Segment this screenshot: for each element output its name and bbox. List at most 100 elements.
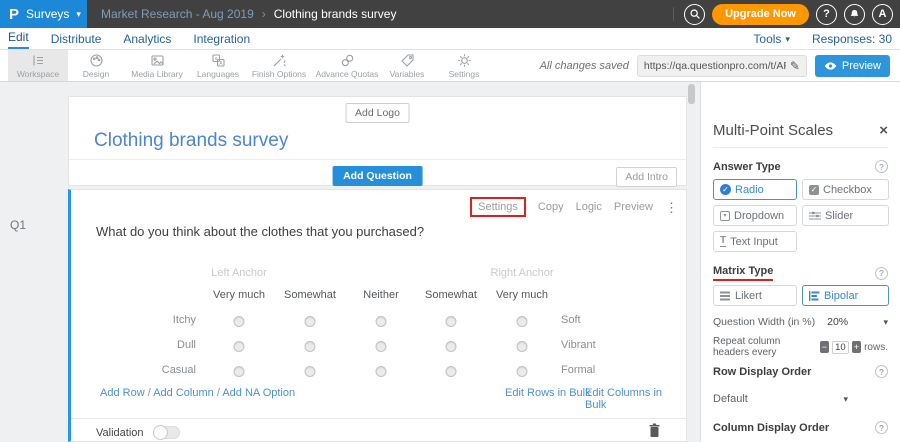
answer-type-checkbox[interactable]: ✓ Checkbox bbox=[802, 179, 889, 200]
radio-option[interactable] bbox=[376, 316, 387, 327]
row-display-order-select[interactable]: Default ▾ bbox=[713, 393, 848, 405]
add-na-option-link[interactable]: Add NA Option bbox=[222, 387, 295, 399]
column-header[interactable]: Somewhat bbox=[284, 289, 336, 301]
radio-option[interactable] bbox=[517, 316, 528, 327]
questionpro-logo: P bbox=[9, 6, 19, 23]
toolbar-item-label: Settings bbox=[449, 69, 480, 79]
toolbar-item-label: Media Library bbox=[131, 69, 183, 79]
answer-type-label: Answer Type bbox=[713, 161, 781, 173]
image-icon bbox=[150, 53, 165, 68]
notifications-button[interactable] bbox=[844, 4, 865, 25]
row-label-left[interactable]: Casual bbox=[71, 364, 196, 377]
question-text[interactable]: What do you think about the clothes that… bbox=[96, 224, 424, 239]
add-intro-button[interactable]: Add Intro bbox=[616, 167, 677, 187]
toolbar-item-workspace[interactable]: Workspace bbox=[8, 50, 68, 81]
radio-option[interactable] bbox=[446, 341, 457, 352]
breadcrumb-separator-icon: › bbox=[262, 7, 266, 21]
pencil-icon[interactable]: ✎ bbox=[790, 59, 800, 73]
tag-icon bbox=[400, 53, 415, 68]
radio-option[interactable] bbox=[376, 366, 387, 377]
matrix-type-bipolar[interactable]: Bipolar bbox=[802, 285, 889, 306]
question-width-control[interactable]: Question Width (in %) 20% ▾ bbox=[713, 316, 888, 328]
help-button[interactable]: ? bbox=[816, 4, 837, 25]
column-header[interactable]: Very much bbox=[496, 289, 548, 301]
radio-option[interactable] bbox=[305, 341, 316, 352]
responses-link[interactable]: Responses: 30 bbox=[812, 32, 892, 46]
close-icon[interactable]: × bbox=[879, 123, 888, 138]
radio-option[interactable] bbox=[446, 366, 457, 377]
row-label-left[interactable]: Dull bbox=[71, 339, 196, 352]
tab-distribute[interactable]: Distribute bbox=[51, 32, 102, 49]
search-button[interactable] bbox=[684, 4, 705, 25]
delete-question-button[interactable] bbox=[648, 423, 661, 441]
survey-title[interactable]: Clothing brands survey bbox=[94, 130, 288, 152]
toolbar-item-settings[interactable]: Settings bbox=[432, 50, 496, 81]
help-icon[interactable]: ? bbox=[875, 160, 888, 173]
row-label-right[interactable]: Soft bbox=[561, 314, 581, 327]
toolbar-item-label: Variables bbox=[390, 69, 425, 79]
navbar-right: Tools ▾ Responses: 30 bbox=[753, 32, 900, 49]
add-column-link[interactable]: Add Column bbox=[153, 387, 214, 399]
tab-integration[interactable]: Integration bbox=[193, 32, 250, 49]
add-logo-button[interactable]: Add Logo bbox=[345, 103, 410, 123]
toolbar-item-media-library[interactable]: Media Library bbox=[124, 50, 190, 81]
help-icon[interactable]: ? bbox=[875, 267, 888, 280]
left-anchor-label: Left Anchor bbox=[211, 267, 267, 279]
toolbar-item-advance-quotas[interactable]: Advance Quotas bbox=[312, 50, 382, 81]
matrix-type-likert[interactable]: Likert bbox=[713, 285, 797, 306]
radio-option[interactable] bbox=[234, 341, 245, 352]
toolbar-item-finish-options[interactable]: Finish Options bbox=[246, 50, 312, 81]
row-label-right[interactable]: Formal bbox=[561, 364, 595, 377]
avatar[interactable]: A bbox=[872, 4, 893, 25]
radio-option[interactable] bbox=[234, 316, 245, 327]
radio-option[interactable] bbox=[305, 366, 316, 377]
link-separator: / bbox=[148, 387, 151, 399]
answer-type-slider[interactable]: Slider bbox=[802, 205, 889, 226]
column-header[interactable]: Neither bbox=[363, 289, 398, 301]
toolbar-item-variables[interactable]: Variables bbox=[382, 50, 432, 81]
validation-toggle[interactable] bbox=[153, 426, 180, 439]
edit-columns-in-bulk-link[interactable]: Edit Columns in Bulk bbox=[585, 387, 686, 411]
answer-type-dropdown[interactable]: ▾ Dropdown bbox=[713, 205, 797, 226]
add-question-button[interactable]: Add Question bbox=[332, 166, 423, 186]
radio-option[interactable] bbox=[517, 366, 528, 377]
likert-icon bbox=[720, 291, 731, 301]
repeat-headers-input[interactable]: 10 bbox=[832, 341, 849, 354]
radio-option[interactable] bbox=[305, 316, 316, 327]
add-row-link[interactable]: Add Row bbox=[100, 387, 145, 399]
breadcrumb-folder[interactable]: Market Research - Aug 2019 bbox=[101, 7, 254, 21]
radio-option[interactable] bbox=[517, 341, 528, 352]
edit-rows-in-bulk-link[interactable]: Edit Rows in Bulk bbox=[505, 387, 591, 399]
help-icon[interactable]: ? bbox=[875, 365, 888, 378]
toolbar-item-languages[interactable]: aA Languages bbox=[190, 50, 246, 81]
toolbar-item-label: Design bbox=[83, 69, 109, 79]
vertical-scrollbar[interactable] bbox=[688, 84, 695, 104]
radio-option[interactable] bbox=[446, 316, 457, 327]
svg-text:a: a bbox=[214, 56, 217, 62]
product-switcher[interactable]: P Surveys ▾ bbox=[0, 0, 87, 28]
question-copy-link[interactable]: Copy bbox=[538, 201, 564, 213]
column-header[interactable]: Very much bbox=[213, 289, 265, 301]
help-icon[interactable]: ? bbox=[875, 421, 888, 434]
tab-analytics[interactable]: Analytics bbox=[123, 32, 171, 49]
radio-option[interactable] bbox=[376, 341, 387, 352]
matrix-type-section: Matrix Type ? bbox=[713, 265, 888, 281]
minus-stepper-button[interactable]: − bbox=[820, 341, 829, 353]
upgrade-now-button[interactable]: Upgrade Now bbox=[712, 4, 809, 25]
question-preview-link[interactable]: Preview bbox=[614, 201, 653, 213]
answer-type-radio[interactable]: ✓ Radio bbox=[713, 179, 797, 200]
tools-menu[interactable]: Tools ▾ bbox=[753, 32, 790, 46]
question-settings-link[interactable]: Settings bbox=[478, 201, 518, 213]
radio-option[interactable] bbox=[234, 366, 245, 377]
tab-edit[interactable]: Edit bbox=[8, 30, 29, 49]
question-logic-link[interactable]: Logic bbox=[576, 201, 602, 213]
row-label-left[interactable]: Itchy bbox=[71, 314, 196, 327]
survey-url-field[interactable]: https://qa.questionpro.com/t/APNrFZfQ ✎ bbox=[637, 55, 807, 77]
preview-button[interactable]: Preview bbox=[815, 55, 890, 77]
row-label-right[interactable]: Vibrant bbox=[561, 339, 596, 352]
plus-stepper-button[interactable]: + bbox=[852, 341, 861, 353]
kebab-menu-icon[interactable]: ⋮ bbox=[665, 201, 678, 214]
column-header[interactable]: Somewhat bbox=[425, 289, 477, 301]
toolbar-item-design[interactable]: Design bbox=[68, 50, 124, 81]
answer-type-text-input[interactable]: T Text Input bbox=[713, 231, 797, 252]
